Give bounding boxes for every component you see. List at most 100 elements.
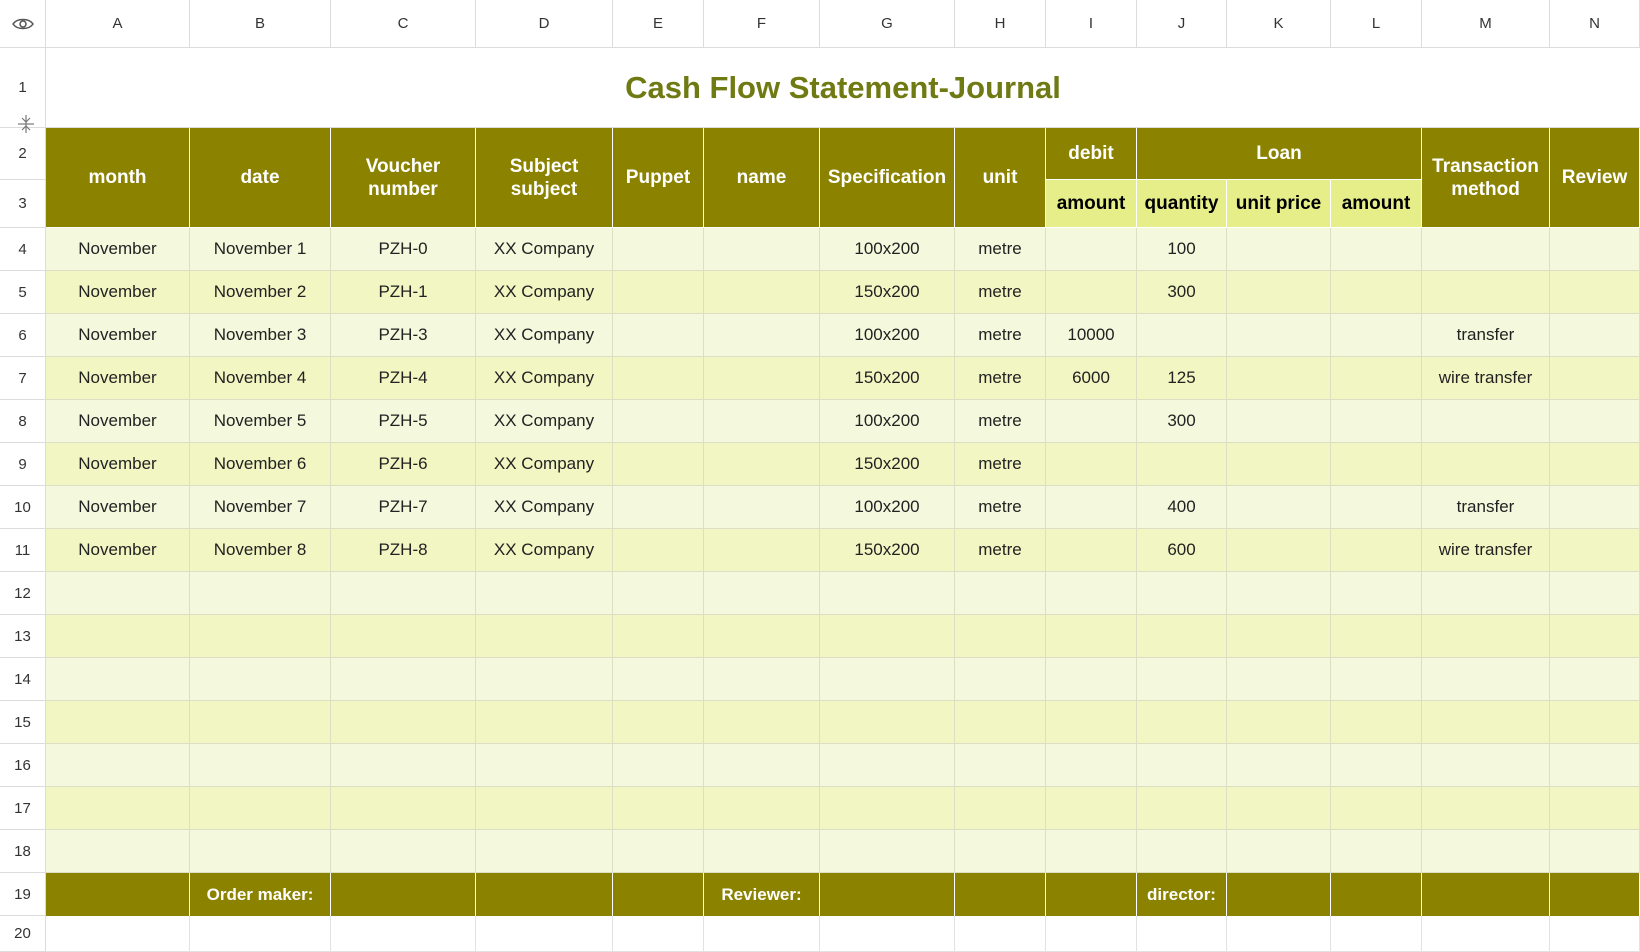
cell-transaction-method[interactable]: wire transfer xyxy=(1422,529,1550,572)
column-header-d[interactable]: D xyxy=(476,0,613,48)
cell-voucher[interactable]: PZH-3 xyxy=(331,314,476,357)
footer-cell-subject[interactable] xyxy=(476,873,613,916)
cell-loan-quantity[interactable]: 125 xyxy=(1137,357,1227,400)
column-header-c[interactable]: C xyxy=(331,0,476,48)
column-header-n[interactable]: N xyxy=(1550,0,1640,48)
empty-cell[interactable] xyxy=(1422,916,1550,952)
cell-date[interactable]: November 5 xyxy=(190,400,331,443)
cell-spec[interactable]: 150x200 xyxy=(820,529,955,572)
cell-voucher[interactable] xyxy=(331,744,476,787)
footer-cell-date[interactable]: Order maker: xyxy=(190,873,331,916)
header-month[interactable]: month xyxy=(46,128,190,228)
cell-loan-quantity[interactable]: 100 xyxy=(1137,228,1227,271)
cell-month[interactable] xyxy=(46,787,190,830)
cell-puppet[interactable] xyxy=(613,357,704,400)
footer-cell-month[interactable] xyxy=(46,873,190,916)
cell-name[interactable] xyxy=(704,572,820,615)
cell-puppet[interactable] xyxy=(613,658,704,701)
cell-subject[interactable]: XX Company xyxy=(476,228,613,271)
cell-subject[interactable] xyxy=(476,701,613,744)
cell-unit[interactable] xyxy=(955,615,1046,658)
footer-cell-debit-amount[interactable] xyxy=(1046,873,1137,916)
cell-unit[interactable] xyxy=(955,787,1046,830)
cell-transaction-method[interactable] xyxy=(1422,443,1550,486)
cell-debit-amount[interactable] xyxy=(1046,572,1137,615)
cell-loan-unit-price[interactable] xyxy=(1227,486,1331,529)
cell-spec[interactable] xyxy=(820,744,955,787)
cell-unit[interactable] xyxy=(955,830,1046,873)
cell-review[interactable] xyxy=(1550,400,1640,443)
empty-cell[interactable] xyxy=(820,916,955,952)
column-header-e[interactable]: E xyxy=(613,0,704,48)
cell-unit[interactable] xyxy=(955,572,1046,615)
cell-loan-unit-price[interactable] xyxy=(1227,572,1331,615)
cell-loan-amount[interactable] xyxy=(1331,486,1422,529)
cell-spec[interactable] xyxy=(820,787,955,830)
row-header-4[interactable]: 4 xyxy=(0,228,46,271)
cell-date[interactable] xyxy=(190,744,331,787)
cell-loan-unit-price[interactable] xyxy=(1227,314,1331,357)
cell-voucher[interactable] xyxy=(331,830,476,873)
cell-transaction-method[interactable] xyxy=(1422,830,1550,873)
footer-cell-spec[interactable] xyxy=(820,873,955,916)
cell-voucher[interactable] xyxy=(331,572,476,615)
cell-transaction-method[interactable] xyxy=(1422,271,1550,314)
cell-voucher[interactable] xyxy=(331,615,476,658)
cell-month[interactable]: November xyxy=(46,271,190,314)
empty-cell[interactable] xyxy=(1137,916,1227,952)
footer-cell-unit[interactable] xyxy=(955,873,1046,916)
cell-loan-amount[interactable] xyxy=(1331,400,1422,443)
row-header-15[interactable]: 15 xyxy=(0,701,46,744)
cell-puppet[interactable] xyxy=(613,271,704,314)
cell-name[interactable] xyxy=(704,443,820,486)
cell-loan-amount[interactable] xyxy=(1331,658,1422,701)
column-header-a[interactable]: A xyxy=(46,0,190,48)
row-header-14[interactable]: 14 xyxy=(0,658,46,701)
row-header-17[interactable]: 17 xyxy=(0,787,46,830)
cell-month[interactable]: November xyxy=(46,400,190,443)
header-date[interactable]: date xyxy=(190,128,331,228)
cell-voucher[interactable]: PZH-8 xyxy=(331,529,476,572)
cell-debit-amount[interactable] xyxy=(1046,701,1137,744)
cell-transaction-method[interactable] xyxy=(1422,701,1550,744)
cell-debit-amount[interactable] xyxy=(1046,787,1137,830)
row-header-11[interactable]: 11 xyxy=(0,529,46,572)
cell-month[interactable] xyxy=(46,572,190,615)
cell-subject[interactable]: XX Company xyxy=(476,443,613,486)
cell-date[interactable] xyxy=(190,615,331,658)
cell-review[interactable] xyxy=(1550,787,1640,830)
cell-loan-unit-price[interactable] xyxy=(1227,701,1331,744)
cell-unit[interactable]: metre xyxy=(955,400,1046,443)
cell-voucher[interactable]: PZH-6 xyxy=(331,443,476,486)
cell-unit[interactable]: metre xyxy=(955,529,1046,572)
column-header-g[interactable]: G xyxy=(820,0,955,48)
cell-name[interactable] xyxy=(704,529,820,572)
row-header-18[interactable]: 18 xyxy=(0,830,46,873)
row-header-13[interactable]: 13 xyxy=(0,615,46,658)
footer-cell-loan-amount[interactable] xyxy=(1331,873,1422,916)
row-header-8[interactable]: 8 xyxy=(0,400,46,443)
cell-loan-quantity[interactable] xyxy=(1137,787,1227,830)
cell-spec[interactable] xyxy=(820,830,955,873)
cell-puppet[interactable] xyxy=(613,228,704,271)
cell-spec[interactable]: 150x200 xyxy=(820,443,955,486)
cell-loan-amount[interactable] xyxy=(1331,830,1422,873)
cell-month[interactable]: November xyxy=(46,228,190,271)
cell-name[interactable] xyxy=(704,701,820,744)
cell-loan-amount[interactable] xyxy=(1331,314,1422,357)
cell-month[interactable] xyxy=(46,658,190,701)
cell-name[interactable] xyxy=(704,228,820,271)
header-unit[interactable]: unit xyxy=(955,128,1046,228)
cell-transaction-method[interactable] xyxy=(1422,400,1550,443)
subheader-unit-price[interactable]: unit price xyxy=(1227,180,1331,228)
row-header-16[interactable]: 16 xyxy=(0,744,46,787)
cell-loan-amount[interactable] xyxy=(1331,744,1422,787)
cell-loan-quantity[interactable] xyxy=(1137,615,1227,658)
cell-loan-unit-price[interactable] xyxy=(1227,787,1331,830)
row-header-6[interactable]: 6 xyxy=(0,314,46,357)
cell-spec[interactable]: 100x200 xyxy=(820,486,955,529)
row-header-7[interactable]: 7 xyxy=(0,357,46,400)
cell-loan-unit-price[interactable] xyxy=(1227,357,1331,400)
cell-loan-unit-price[interactable] xyxy=(1227,615,1331,658)
cell-review[interactable] xyxy=(1550,443,1640,486)
